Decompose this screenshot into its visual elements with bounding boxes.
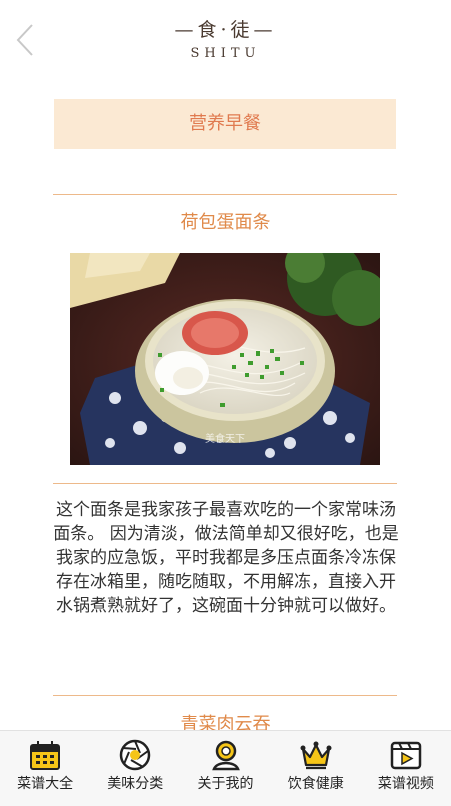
recipe-title[interactable]: 青菜肉云吞 xyxy=(0,710,451,730)
tab-label: 饮食健康 xyxy=(287,776,344,792)
tab-categories[interactable]: 美味分类 xyxy=(90,731,180,806)
divider xyxy=(53,194,397,195)
calendar-icon xyxy=(30,741,61,770)
tab-label: 菜谱视频 xyxy=(377,776,434,792)
user-icon xyxy=(211,740,240,771)
bottom-tab-bar: 菜谱大全 美味分类 关于我的 饮食健康 菜谱视频 xyxy=(0,730,451,806)
tab-recipe-videos[interactable]: 菜谱视频 xyxy=(361,731,451,806)
divider xyxy=(53,483,397,484)
tab-label: 美味分类 xyxy=(107,776,164,792)
image-watermark: 美食天下 xyxy=(205,432,245,445)
tab-recipes[interactable]: 菜谱大全 xyxy=(0,731,90,806)
logo-sub-text: SHITU xyxy=(190,46,261,61)
header: —食·徒— SHITU xyxy=(0,0,451,80)
tab-diet-health[interactable]: 饮食健康 xyxy=(271,731,361,806)
tab-label: 菜谱大全 xyxy=(17,776,74,792)
crown-icon xyxy=(300,741,332,770)
aperture-icon xyxy=(120,739,151,771)
recipe-photo[interactable]: 美食天下 xyxy=(70,253,380,465)
recipe-description: 这个面条是我家孩子最喜欢吃的一个家常味汤面条。 因为清淡，做法简单却又很好吃，也… xyxy=(53,500,399,616)
tab-about-me[interactable]: 关于我的 xyxy=(180,731,270,806)
tab-label: 关于我的 xyxy=(197,776,254,792)
recipe-list[interactable]: 营养早餐 荷包蛋面条 美食天下 这个面条是我家孩子最喜欢吃的一个家常味汤面条。 … xyxy=(0,80,451,730)
logo-main-text: —食·徒— xyxy=(174,19,277,41)
video-icon xyxy=(390,741,422,770)
app-logo: —食·徒— SHITU xyxy=(0,16,451,61)
section-title: 营养早餐 xyxy=(54,99,396,149)
recipe-title[interactable]: 荷包蛋面条 xyxy=(0,208,451,234)
divider xyxy=(53,695,397,696)
